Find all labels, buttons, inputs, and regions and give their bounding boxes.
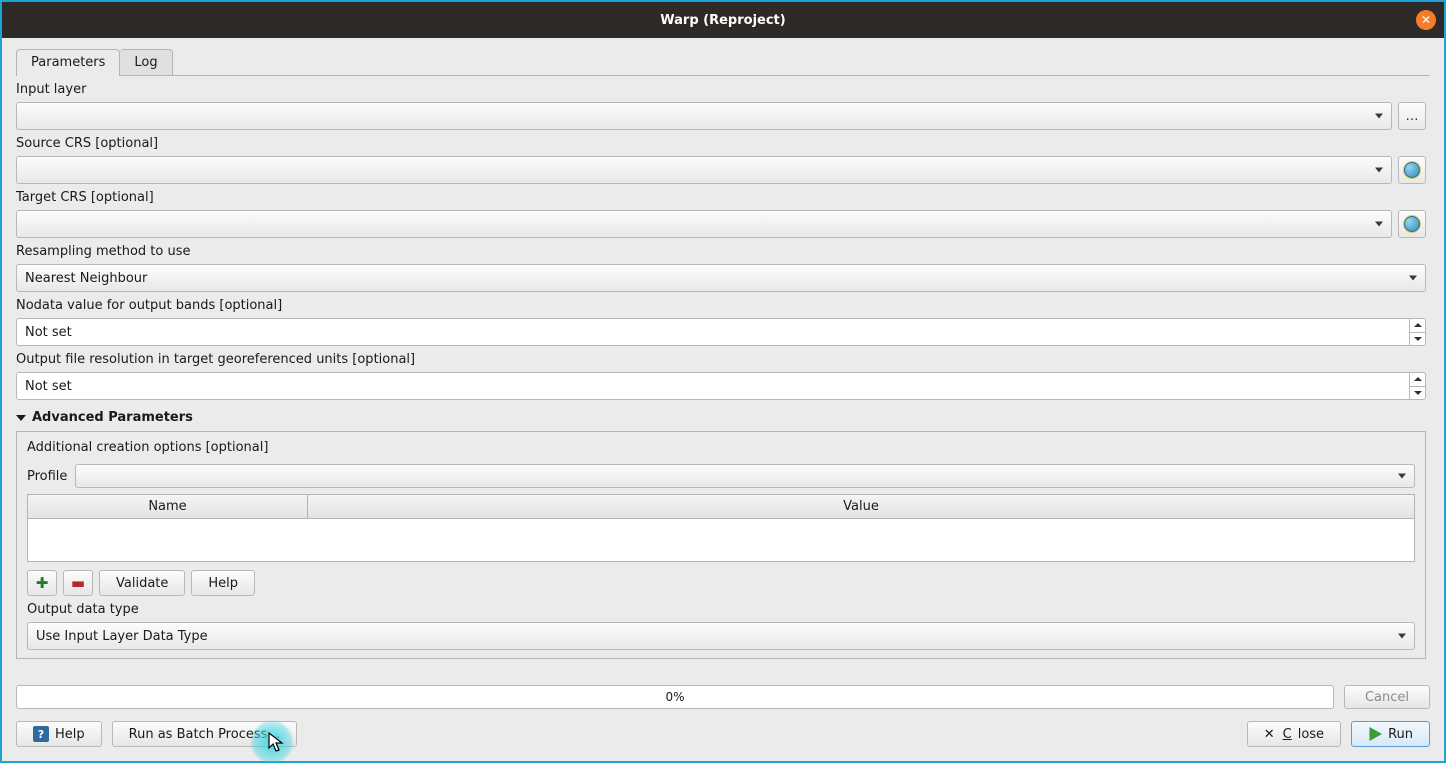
name-column-header[interactable]: Name [28, 495, 308, 518]
close-icon: ✕ [1264, 727, 1275, 742]
run-batch-button[interactable]: Run as Batch Process… [112, 721, 298, 747]
close-button[interactable]: ✕ Close [1247, 721, 1341, 747]
resolution-value: Not set [25, 379, 72, 394]
input-layer-browse-button[interactable]: … [1398, 102, 1426, 130]
creation-options-body[interactable] [28, 519, 1414, 561]
validate-label: Validate [116, 576, 168, 591]
resampling-value: Nearest Neighbour [25, 271, 147, 286]
nodata-spin[interactable]: Not set [16, 318, 1426, 346]
profile-combo[interactable] [75, 464, 1415, 488]
advanced-parameters-toggle[interactable]: Advanced Parameters [16, 400, 1426, 431]
progress-text: 0% [665, 690, 684, 704]
advanced-parameters-body: Additional creation options [optional] P… [16, 431, 1426, 659]
nodata-value: Not set [25, 325, 72, 340]
help-button[interactable]: ? Help [16, 721, 102, 747]
options-help-label: Help [208, 576, 238, 591]
cancel-label: Cancel [1365, 690, 1409, 705]
resolution-label: Output file resolution in target georefe… [16, 346, 1426, 372]
options-help-button[interactable]: Help [191, 570, 255, 596]
dialog-content: Parameters Log Input layer … Source CRS … [2, 38, 1444, 761]
resolution-spin-down[interactable] [1410, 387, 1425, 400]
close-icon: ✕ [1421, 13, 1431, 27]
tab-log[interactable]: Log [120, 49, 172, 76]
resampling-combo[interactable]: Nearest Neighbour [16, 264, 1426, 292]
cancel-button: Cancel [1344, 685, 1430, 709]
source-crs-select-button[interactable] [1398, 156, 1426, 184]
tab-parameters[interactable]: Parameters [16, 49, 120, 76]
parameters-panel[interactable]: Input layer … Source CRS [optional] Targ… [16, 76, 1430, 679]
help-label: Help [55, 727, 85, 742]
profile-label: Profile [27, 469, 67, 484]
close-label-rest: lose [1298, 727, 1324, 742]
help-icon: ? [33, 726, 49, 742]
nodata-spin-up[interactable] [1410, 319, 1425, 333]
output-type-value: Use Input Layer Data Type [36, 629, 208, 644]
globe-icon [1404, 162, 1420, 178]
resolution-spin[interactable]: Not set [16, 372, 1426, 400]
run-label: Run [1388, 727, 1413, 742]
add-option-button[interactable]: ✚ [27, 570, 57, 596]
resolution-spin-up[interactable] [1410, 373, 1425, 387]
window-titlebar: Warp (Reproject) ✕ [2, 2, 1444, 38]
additional-options-label: Additional creation options [optional] [27, 440, 1415, 460]
nodata-spin-arrows [1409, 319, 1425, 345]
target-crs-combo[interactable] [16, 210, 1392, 238]
chevron-down-icon [16, 415, 26, 421]
tab-parameters-label: Parameters [31, 55, 105, 70]
dialog-footer: 0% Cancel ? Help Run as Batch Process… ✕… [2, 685, 1444, 761]
output-type-label: Output data type [27, 596, 1415, 622]
output-type-combo[interactable]: Use Input Layer Data Type [27, 622, 1415, 650]
source-crs-combo[interactable] [16, 156, 1392, 184]
globe-icon [1404, 216, 1420, 232]
advanced-parameters-label: Advanced Parameters [32, 410, 193, 425]
target-crs-select-button[interactable] [1398, 210, 1426, 238]
input-layer-label: Input layer [16, 76, 1426, 102]
close-window-button[interactable]: ✕ [1416, 10, 1436, 30]
resampling-label: Resampling method to use [16, 238, 1426, 264]
nodata-spin-down[interactable] [1410, 333, 1425, 346]
input-layer-combo[interactable] [16, 102, 1392, 130]
nodata-label: Nodata value for output bands [optional] [16, 292, 1426, 318]
creation-options-header: Name Value [28, 495, 1414, 519]
progress-bar: 0% [16, 685, 1334, 709]
source-crs-label: Source CRS [optional] [16, 130, 1426, 156]
value-column-header[interactable]: Value [308, 495, 1414, 518]
play-icon [1368, 727, 1382, 741]
resolution-spin-arrows [1409, 373, 1425, 399]
run-button[interactable]: Run [1351, 721, 1430, 747]
minus-icon: ▬ [71, 574, 85, 592]
window-title: Warp (Reproject) [660, 13, 785, 28]
close-label-u: C [1283, 727, 1292, 742]
plus-icon: ✚ [36, 574, 49, 592]
validate-button[interactable]: Validate [99, 570, 185, 596]
ellipsis-icon: … [1406, 109, 1419, 124]
tabs-row: Parameters Log [2, 38, 1444, 75]
run-batch-label: Run as Batch Process… [129, 727, 281, 742]
target-crs-label: Target CRS [optional] [16, 184, 1426, 210]
remove-option-button[interactable]: ▬ [63, 570, 93, 596]
tab-log-label: Log [134, 55, 157, 70]
creation-options-table: Name Value [27, 494, 1415, 562]
